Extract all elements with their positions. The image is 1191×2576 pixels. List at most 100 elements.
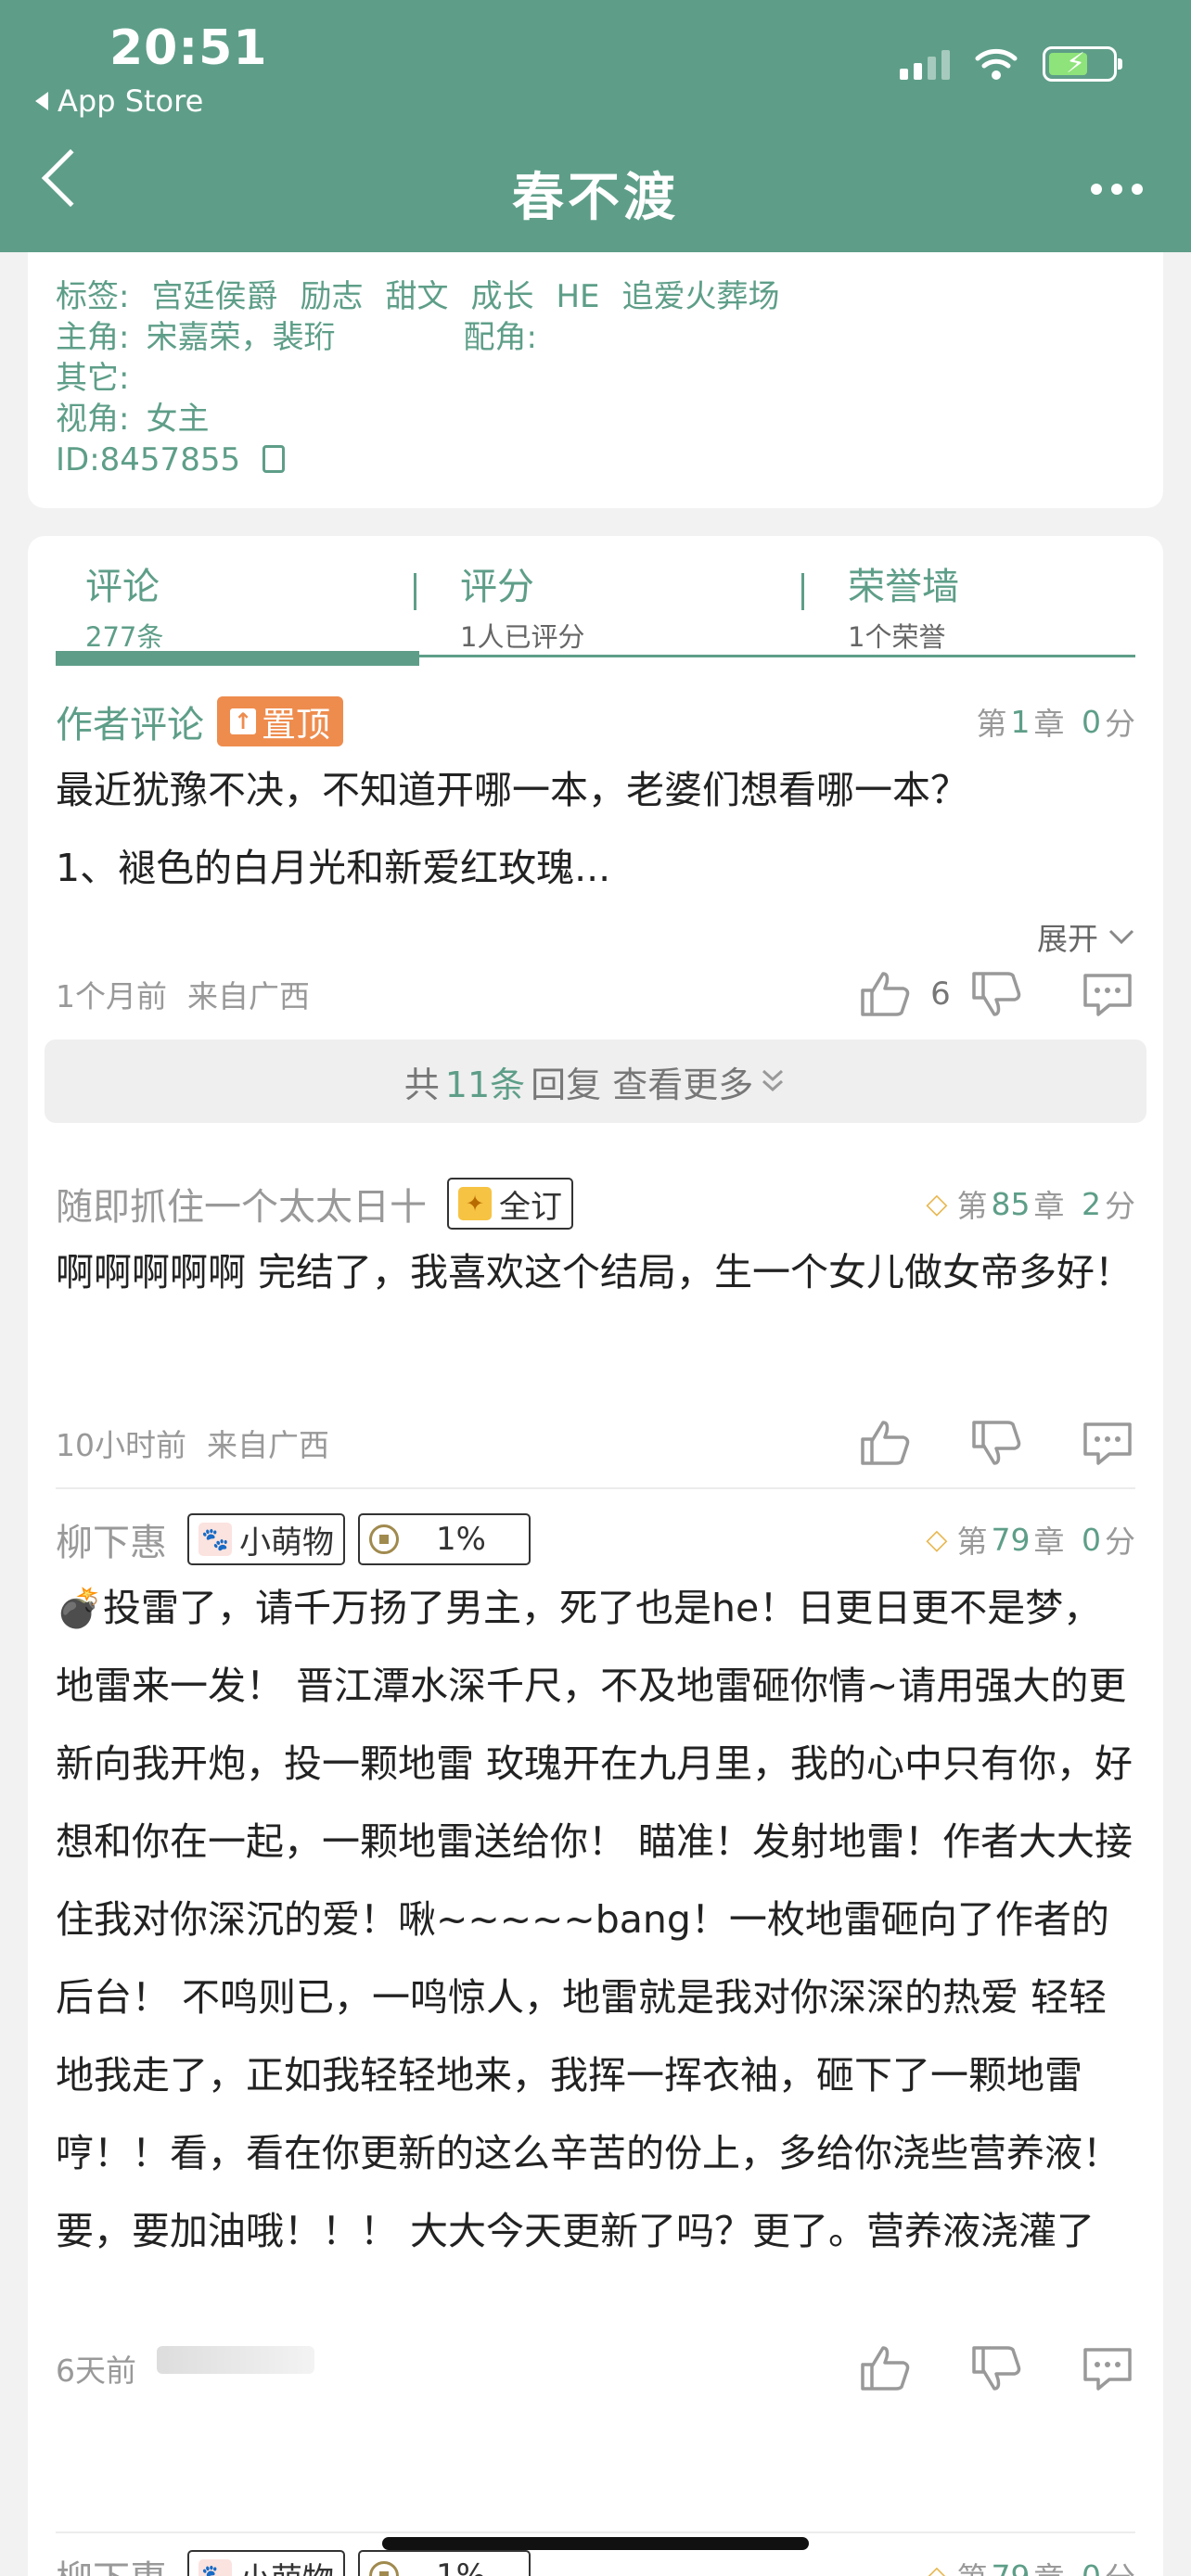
wifi-icon xyxy=(975,48,1018,80)
badge-label: 全订 xyxy=(499,1188,562,1226)
cute-badge: 🐾 小萌物 xyxy=(187,1513,345,1565)
reply-icon[interactable] xyxy=(1080,1417,1135,1469)
view-more-replies-button[interactable]: 共 11条 回复 查看更多 xyxy=(45,1039,1146,1123)
more-options-icon[interactable] xyxy=(1091,184,1143,195)
tab-label: 荣誉墙 xyxy=(848,566,959,608)
chapter-suffix: 章 xyxy=(1033,1188,1065,1224)
tab-sub: 1个荣誉 xyxy=(848,621,946,653)
vip-diamond-icon: ◇ xyxy=(926,1523,948,1556)
like-count: 6 xyxy=(930,976,951,1013)
score-number: 0 xyxy=(1082,1521,1101,1558)
score-number: 0 xyxy=(1082,703,1101,740)
comment-body: 最近犹豫不决，不知道开哪一本，老婆们想看哪一本？ 1、褪色的白月光和新爱红玫瑰.… xyxy=(56,768,968,890)
tab-divider xyxy=(414,573,416,610)
vip-diamond-icon: ◇ xyxy=(926,2559,948,2576)
tag-item[interactable]: 励志 xyxy=(300,276,363,317)
other-label: 其它: xyxy=(56,360,130,397)
chapter-suffix: 章 xyxy=(1034,2554,1065,2576)
tab-ratings[interactable]: 评分 1人已评分 xyxy=(460,556,584,655)
chapter-prefix: 第 xyxy=(956,1524,988,1560)
home-indicator[interactable] xyxy=(382,2537,809,2550)
copy-icon[interactable] xyxy=(263,445,286,473)
vip-diamond-icon: ◇ xyxy=(926,1187,948,1220)
protagonist-label: 主角: xyxy=(56,319,130,356)
cute-badge: 🐾 小萌物 xyxy=(187,2550,345,2576)
score-suffix: 分 xyxy=(1105,2554,1135,2576)
bookmark-icon: ✦ xyxy=(458,1187,492,1220)
reply-icon[interactable] xyxy=(1080,2342,1135,2394)
comment-divider xyxy=(56,1487,1135,1489)
expand-label: 展开 xyxy=(1037,921,1098,957)
chapter-score: ◇ 第79章 0分 xyxy=(926,2554,1135,2576)
coin-percent: 1% xyxy=(436,1521,486,1558)
chapter-prefix: 第 xyxy=(956,1188,988,1224)
tag-item[interactable]: 追爱火葬场 xyxy=(622,276,780,317)
comment-meta: 6天前 xyxy=(56,2346,314,2391)
dislike-icon[interactable] xyxy=(968,968,1024,1020)
coin-icon xyxy=(369,2561,399,2576)
comment-time: 6天前 xyxy=(56,2353,136,2389)
coin-icon xyxy=(369,1524,399,1554)
chapter-number: 79 xyxy=(991,1521,1031,1558)
tag-item[interactable]: 宫廷侯爵 xyxy=(151,276,277,317)
score-number: 0 xyxy=(1082,2557,1101,2576)
tag-item[interactable]: 成长 xyxy=(470,276,533,317)
tag-item[interactable]: 甜文 xyxy=(385,276,448,317)
tab-honor-wall[interactable]: 荣誉墙 1个荣誉 xyxy=(848,556,959,655)
pinned-label: 置顶 xyxy=(262,705,330,745)
status-icons: ⚡ xyxy=(900,46,1122,82)
double-chevron-down-icon xyxy=(762,1069,784,1092)
coin-badge: 1% xyxy=(358,1513,531,1565)
like-icon[interactable] xyxy=(857,1417,913,1469)
commenter-name[interactable]: 柳下惠 xyxy=(56,1512,167,1566)
coin-badge: 1% xyxy=(358,2550,531,2576)
comment-meta: 10小时前 来自广西 xyxy=(56,1421,329,1465)
status-time: 20:51 xyxy=(109,20,268,76)
reader-comment: 随即抓住一个太太日十 ✦ 全订 ◇ 第 85 章 2分 啊啊啊啊啊 完结了，我喜欢这… xyxy=(56,1174,1135,1465)
cellular-signal-icon xyxy=(900,48,950,80)
expand-button[interactable]: 展开 xyxy=(1037,914,1135,959)
chapter-number: 1 xyxy=(1010,703,1031,740)
reader-comment: 柳下惠 🐾 小萌物 1% ◇ 第79章 0分 xyxy=(56,2546,1135,2576)
novel-id: ID:8457855 xyxy=(56,441,241,478)
commenter-name[interactable]: 随即抓住一个太太日十 xyxy=(56,1177,427,1231)
other-row: 其它: xyxy=(56,358,1135,399)
comment-time: 1个月前 xyxy=(56,978,167,1014)
tab-sub: 277条 xyxy=(85,621,164,653)
score-suffix: 分 xyxy=(1105,1524,1135,1560)
replies-prefix: 共 xyxy=(403,1064,440,1105)
comment-divider xyxy=(56,2531,1135,2533)
like-icon[interactable] xyxy=(857,2342,913,2394)
badge-label: 小萌物 xyxy=(239,1524,334,1562)
reader-comment: 柳下惠 🐾 小萌物 1% ◇ 第 79 章 0分 💣投雷了，请千万扬了男主，死了也是… xyxy=(56,1510,1135,2391)
score-suffix: 分 xyxy=(1105,706,1135,742)
paw-icon: 🐾 xyxy=(198,1523,232,1556)
comment-actions: 6 xyxy=(857,968,1135,1020)
id-row: ID:8457855 xyxy=(56,440,1135,480)
reply-icon[interactable] xyxy=(1080,968,1135,1020)
chapter-prefix: 第 xyxy=(976,706,1007,742)
supporting-label: 配角: xyxy=(463,319,537,356)
perspective-label: 视角: xyxy=(56,401,130,438)
tab-comments[interactable]: 评论 277条 xyxy=(85,556,163,655)
back-to-app-store-link[interactable]: App Store xyxy=(35,83,203,119)
badge-label: 小萌物 xyxy=(239,2554,334,2576)
tag-item[interactable]: HE xyxy=(556,276,599,317)
chapter-number: 79 xyxy=(991,2557,1031,2576)
chapter-prefix: 第 xyxy=(957,2554,988,2576)
dislike-icon[interactable] xyxy=(968,2342,1024,2394)
tab-sub: 1人已评分 xyxy=(460,621,585,653)
perspective-row: 视角: 女主 xyxy=(56,399,1135,440)
subscriber-badge: ✦ 全订 xyxy=(447,1178,573,1230)
chapter-score: ◇ 第79章 0分 xyxy=(926,1517,1135,1562)
like-icon[interactable] xyxy=(857,968,913,1020)
chapter-suffix: 章 xyxy=(1033,706,1065,742)
dislike-icon[interactable] xyxy=(968,1417,1024,1469)
replies-suffix: 回复 查看更多 xyxy=(531,1064,754,1105)
commenter-name[interactable]: 柳下惠 xyxy=(56,2549,167,2576)
protagonist-value[interactable]: 宋嘉荣，裴珩 xyxy=(146,317,463,358)
chevron-down-icon xyxy=(1108,929,1134,945)
chapter-number: 85 xyxy=(991,1185,1031,1222)
comment-actions xyxy=(857,1417,1135,1469)
back-app-label: App Store xyxy=(58,83,204,119)
